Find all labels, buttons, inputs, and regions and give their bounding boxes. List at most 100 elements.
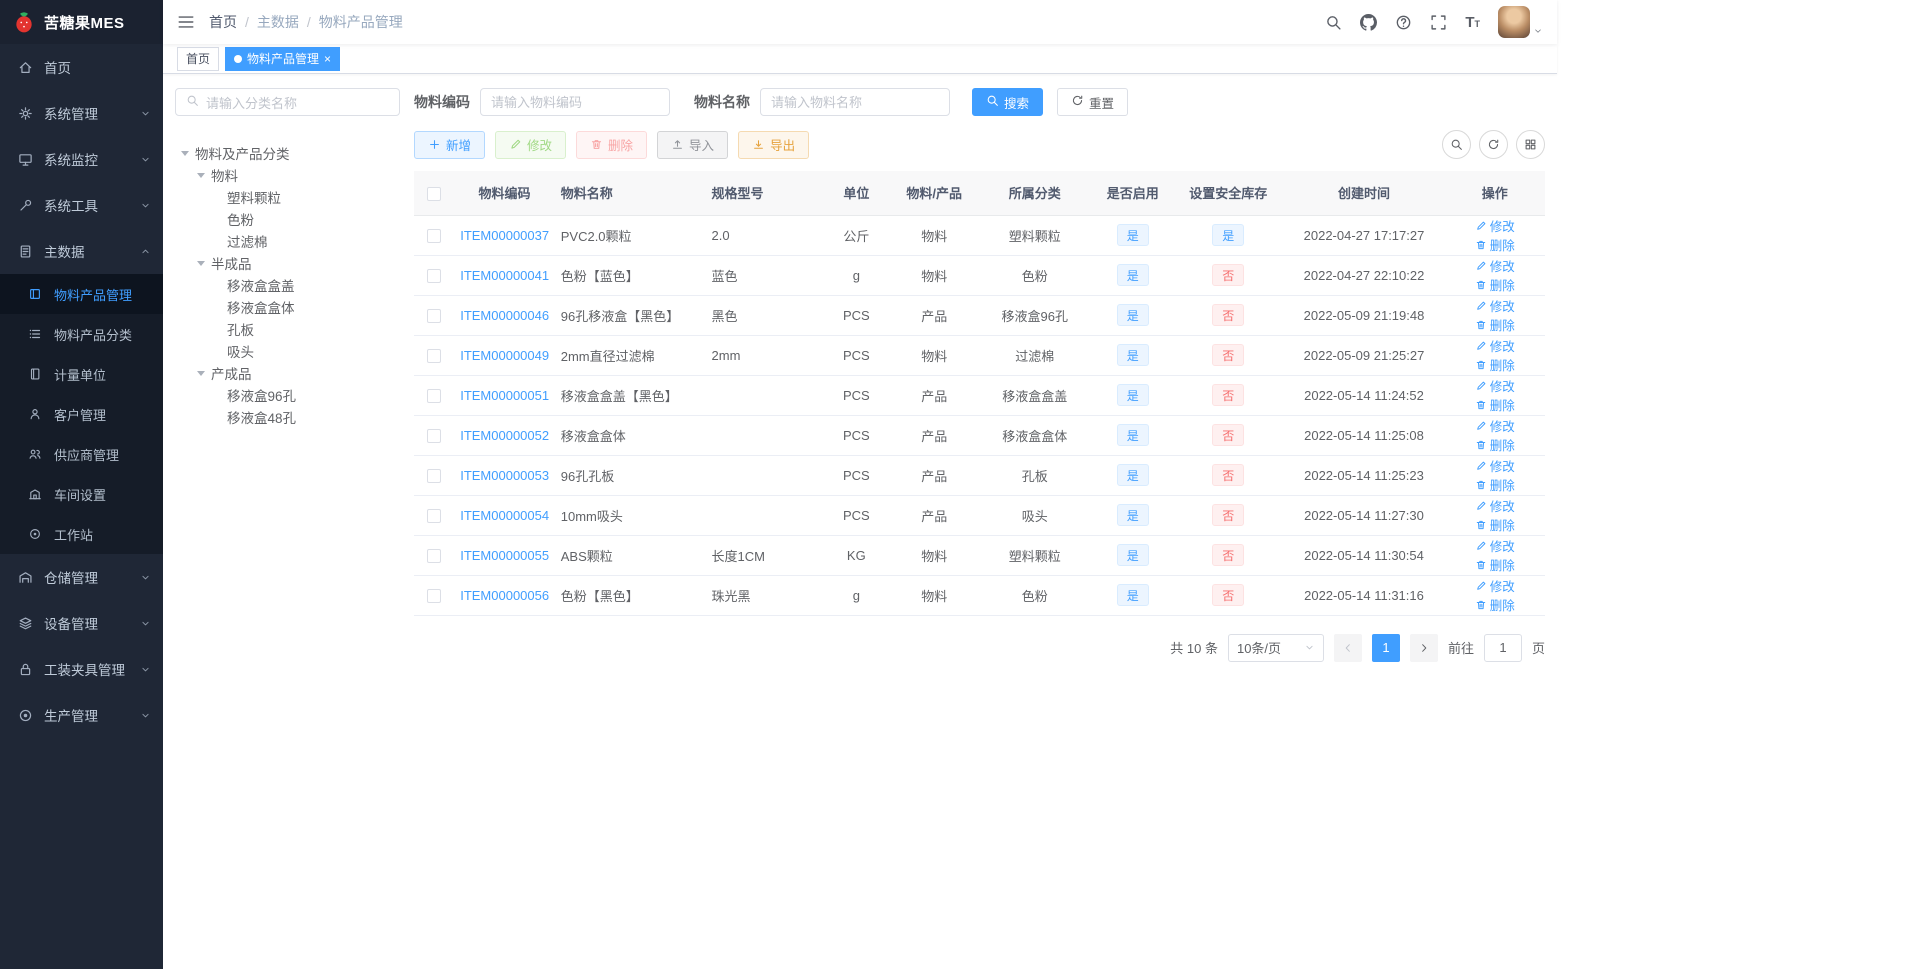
sidebar-subitem[interactable]: 车间设置 bbox=[0, 474, 163, 514]
enabled-tag[interactable]: 是 bbox=[1116, 424, 1149, 446]
row-delete-link[interactable]: 删除 bbox=[1475, 275, 1515, 294]
select-all-checkbox[interactable] bbox=[427, 186, 442, 201]
row-edit-link[interactable]: 修改 bbox=[1475, 536, 1515, 555]
safety-stock-tag[interactable]: 否 bbox=[1212, 544, 1245, 566]
row-delete-link[interactable]: 删除 bbox=[1475, 515, 1515, 534]
row-checkbox[interactable] bbox=[427, 428, 442, 443]
safety-stock-tag[interactable]: 否 bbox=[1212, 584, 1245, 606]
enabled-tag[interactable]: 是 bbox=[1116, 544, 1149, 566]
sidebar-item[interactable]: 首页 bbox=[0, 44, 163, 90]
search-toggle-button[interactable] bbox=[1442, 130, 1471, 159]
goto-page-input[interactable] bbox=[1483, 633, 1522, 662]
enabled-tag[interactable]: 是 bbox=[1116, 224, 1149, 246]
column-header[interactable]: 单位 bbox=[821, 171, 892, 216]
row-checkbox[interactable] bbox=[427, 548, 442, 563]
tree-node[interactable]: 色粉 bbox=[175, 208, 400, 230]
sidebar-item[interactable]: 主数据 bbox=[0, 228, 163, 274]
user-avatar[interactable] bbox=[1498, 6, 1543, 38]
tab-page[interactable]: 首页 bbox=[177, 46, 220, 71]
column-header[interactable]: 物料名称 bbox=[554, 171, 706, 216]
safety-stock-tag[interactable]: 否 bbox=[1212, 384, 1245, 406]
sidebar-item[interactable]: 系统监控 bbox=[0, 136, 163, 182]
font-size-icon[interactable]: TT bbox=[1465, 15, 1480, 30]
sidebar-subitem[interactable]: 物料产品管理 bbox=[0, 274, 163, 314]
hamburger-icon[interactable] bbox=[177, 13, 195, 31]
tree-node[interactable]: 吸头 bbox=[175, 340, 400, 362]
breadcrumb-item[interactable]: 首页 bbox=[209, 12, 237, 32]
row-checkbox[interactable] bbox=[427, 228, 442, 243]
row-delete-link[interactable]: 删除 bbox=[1475, 595, 1515, 614]
filter-input[interactable] bbox=[760, 88, 950, 116]
row-edit-link[interactable]: 修改 bbox=[1475, 576, 1515, 595]
row-checkbox[interactable] bbox=[427, 468, 442, 483]
column-header[interactable]: 规格型号 bbox=[705, 171, 822, 216]
github-icon[interactable] bbox=[1360, 13, 1378, 31]
row-delete-link[interactable]: 删除 bbox=[1475, 435, 1515, 454]
safety-stock-tag[interactable]: 否 bbox=[1212, 304, 1245, 326]
safety-stock-tag[interactable]: 是 bbox=[1212, 224, 1245, 246]
column-header[interactable]: 设置安全库存 bbox=[1172, 171, 1284, 216]
sidebar-item[interactable]: 生产管理 bbox=[0, 692, 163, 738]
tree-node[interactable]: 移液盒96孔 bbox=[175, 384, 400, 406]
breadcrumb-item[interactable]: 物料产品管理 bbox=[319, 12, 403, 32]
sidebar-item[interactable]: 设备管理 bbox=[0, 600, 163, 646]
enabled-tag[interactable]: 是 bbox=[1116, 304, 1149, 326]
tree-node[interactable]: 移液盒盒盖 bbox=[175, 274, 400, 296]
column-header[interactable]: 所属分类 bbox=[976, 171, 1093, 216]
next-page-button[interactable] bbox=[1409, 633, 1438, 662]
search-button[interactable]: 搜索 bbox=[972, 88, 1044, 116]
page-number-button[interactable]: 1 bbox=[1371, 633, 1400, 662]
row-checkbox[interactable] bbox=[427, 308, 442, 323]
material-code-link[interactable]: ITEM00000046 bbox=[460, 308, 549, 323]
material-code-link[interactable]: ITEM00000052 bbox=[460, 428, 549, 443]
tree-node[interactable]: 孔板 bbox=[175, 318, 400, 340]
tree-node[interactable]: 半成品 bbox=[175, 252, 400, 274]
material-code-link[interactable]: ITEM00000051 bbox=[460, 388, 549, 403]
sidebar-subitem[interactable]: 供应商管理 bbox=[0, 434, 163, 474]
material-code-link[interactable]: ITEM00000055 bbox=[460, 548, 549, 563]
row-delete-link[interactable]: 删除 bbox=[1475, 395, 1515, 414]
sidebar-item[interactable]: 系统工具 bbox=[0, 182, 163, 228]
safety-stock-tag[interactable]: 否 bbox=[1212, 344, 1245, 366]
fullscreen-icon[interactable] bbox=[1430, 14, 1447, 31]
tab-active[interactable]: 物料产品管理 × bbox=[225, 46, 341, 71]
row-edit-link[interactable]: 修改 bbox=[1475, 296, 1515, 315]
sidebar-subitem[interactable]: 物料产品分类 bbox=[0, 314, 163, 354]
safety-stock-tag[interactable]: 否 bbox=[1212, 424, 1245, 446]
row-edit-link[interactable]: 修改 bbox=[1475, 216, 1515, 235]
row-edit-link[interactable]: 修改 bbox=[1475, 496, 1515, 515]
filter-input[interactable] bbox=[480, 88, 670, 116]
safety-stock-tag[interactable]: 否 bbox=[1212, 464, 1245, 486]
tree-node[interactable]: 过滤棉 bbox=[175, 230, 400, 252]
row-delete-link[interactable]: 删除 bbox=[1475, 235, 1515, 254]
material-code-link[interactable]: ITEM00000041 bbox=[460, 268, 549, 283]
search-icon[interactable] bbox=[1325, 14, 1342, 31]
material-code-link[interactable]: ITEM00000054 bbox=[460, 508, 549, 523]
row-delete-link[interactable]: 删除 bbox=[1475, 475, 1515, 494]
row-checkbox[interactable] bbox=[427, 268, 442, 283]
enabled-tag[interactable]: 是 bbox=[1116, 264, 1149, 286]
column-header[interactable]: 是否启用 bbox=[1092, 171, 1173, 216]
enabled-tag[interactable]: 是 bbox=[1116, 344, 1149, 366]
enabled-tag[interactable]: 是 bbox=[1116, 504, 1149, 526]
tree-node[interactable]: 物料 bbox=[175, 164, 400, 186]
tree-node[interactable]: 移液盒盒体 bbox=[175, 296, 400, 318]
close-icon[interactable]: × bbox=[324, 53, 331, 65]
column-header[interactable]: 操作 bbox=[1444, 171, 1545, 216]
help-icon[interactable] bbox=[1395, 14, 1412, 31]
reset-button[interactable]: 重置 bbox=[1057, 88, 1129, 116]
row-checkbox[interactable] bbox=[427, 388, 442, 403]
page-size-select[interactable]: 10条/页 bbox=[1227, 633, 1324, 662]
grid-toggle-button[interactable] bbox=[1516, 130, 1545, 159]
refresh-toggle-button[interactable] bbox=[1479, 130, 1508, 159]
tree-node[interactable]: 移液盒48孔 bbox=[175, 406, 400, 428]
row-edit-link[interactable]: 修改 bbox=[1475, 416, 1515, 435]
sidebar-subitem[interactable]: 客户管理 bbox=[0, 394, 163, 434]
breadcrumb-item[interactable]: 主数据 bbox=[257, 12, 299, 32]
row-delete-link[interactable]: 删除 bbox=[1475, 315, 1515, 334]
tree-node[interactable]: 产成品 bbox=[175, 362, 400, 384]
prev-page-button[interactable] bbox=[1333, 633, 1362, 662]
column-header[interactable]: 创建时间 bbox=[1283, 171, 1445, 216]
info-action-button[interactable]: 导入 bbox=[657, 130, 729, 159]
safety-stock-tag[interactable]: 否 bbox=[1212, 264, 1245, 286]
